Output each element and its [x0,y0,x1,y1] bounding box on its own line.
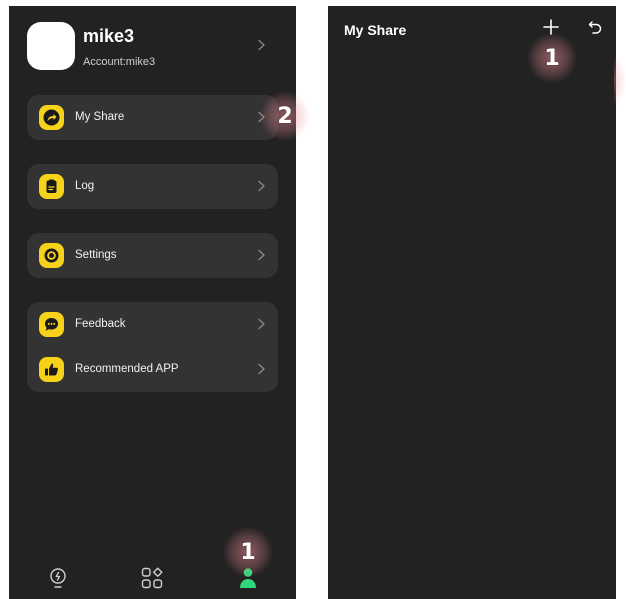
chevron-right-icon[interactable] [257,39,266,51]
step-number: 1 [544,45,560,71]
avatar[interactable] [27,22,75,70]
step-marker-my-share: 2 [260,91,310,141]
menu-label-settings: Settings [75,249,117,261]
grid-icon [141,567,163,589]
step-marker-add: 1 [527,33,577,83]
menu-item-my-share[interactable]: My Share [27,95,278,140]
my-share-screen: My Share [328,6,616,599]
my-share-card: My Share [27,95,278,140]
back-button[interactable] [586,20,604,38]
chevron-right-icon [257,318,266,330]
menu-label-feedback: Feedback [75,318,126,330]
account-label: Account:mike3 [83,56,156,68]
nav-apps[interactable] [140,566,164,590]
chat-bubble-icon [39,312,64,337]
lightbulb-icon [48,567,68,589]
support-card: Feedback Recommended APP [27,302,278,392]
menu-item-feedback[interactable]: Feedback [27,302,278,347]
chevron-right-icon [257,363,266,375]
username: mike3 [83,26,135,46]
page-title: My Share [344,22,407,38]
menu-label-my-share: My Share [75,111,125,123]
thumbs-up-icon [39,357,64,382]
menu-item-recommended-app[interactable]: Recommended APP [27,347,278,392]
step-marker-nav-profile: 1 [223,527,273,577]
chevron-right-icon [257,249,266,261]
chevron-right-icon [257,180,266,192]
menu-label-log: Log [75,180,95,192]
nav-scenes[interactable] [46,566,70,590]
gear-icon [39,243,64,268]
clipboard-icon [39,174,64,199]
step-number: 1 [240,539,256,565]
share-arrow-icon [39,105,64,130]
menu-label-recommended-app: Recommended APP [75,363,179,375]
marker-glow-edge [614,56,626,106]
step-number: 2 [277,103,293,129]
menu-item-settings[interactable]: Settings [27,233,278,278]
menu-item-log[interactable]: Log [27,164,278,209]
back-arrow-icon [587,19,603,40]
settings-card: Settings [27,233,278,278]
log-card: Log [27,164,278,209]
profile-screen: mike3 Account:mike3 My Share Log Setting… [9,6,296,599]
